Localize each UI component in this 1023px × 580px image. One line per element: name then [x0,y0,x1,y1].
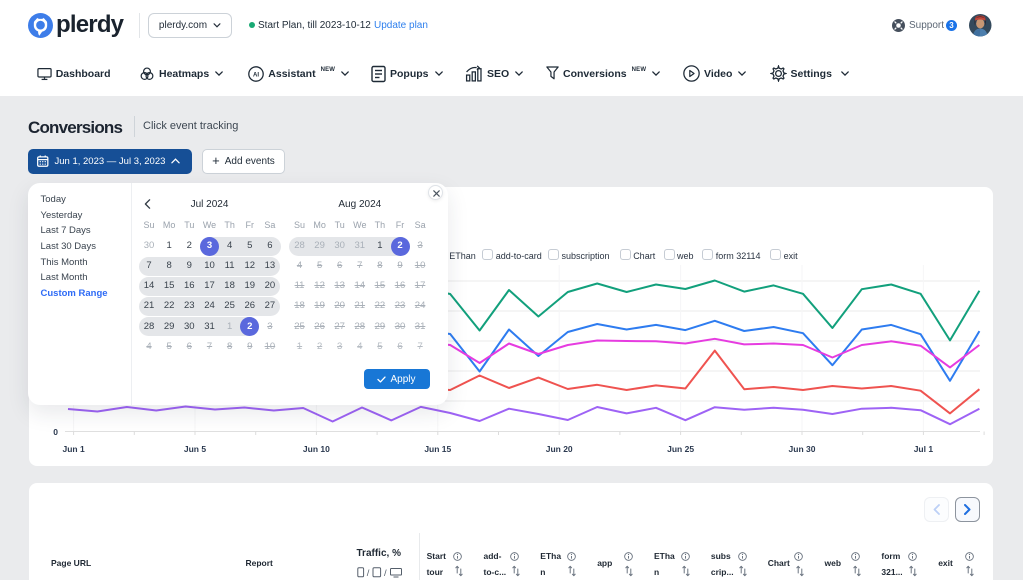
svg-text:Jun 30: Jun 30 [789,444,816,454]
svg-text:Jun 1: Jun 1 [62,444,84,454]
svg-text:Jun 5: Jun 5 [184,444,206,454]
svg-text:Jul 1: Jul 1 [914,444,934,454]
svg-text:Jun 10: Jun 10 [303,444,330,454]
svg-text:0: 0 [53,427,58,437]
svg-text:Jun 20: Jun 20 [546,444,573,454]
svg-text:Jun 25: Jun 25 [667,444,694,454]
svg-text:Jun 15: Jun 15 [424,444,451,454]
svg-text:/: / [384,568,387,578]
svg-text:AI: AI [253,72,259,78]
svg-text:/: / [367,568,370,578]
